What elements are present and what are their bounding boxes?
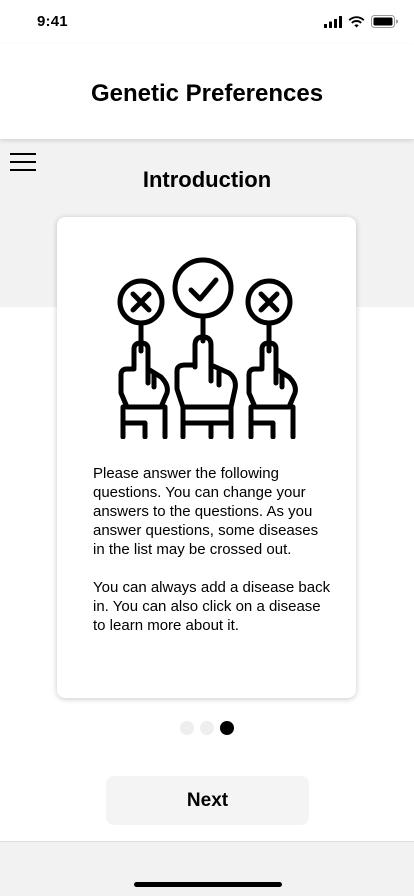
page-indicator xyxy=(180,721,234,735)
bottom-bar xyxy=(0,841,414,896)
section-title: Introduction xyxy=(142,167,272,192)
status-time: 9:41 xyxy=(37,13,68,30)
wifi-icon xyxy=(348,15,365,27)
next-button[interactable]: Next xyxy=(106,776,309,825)
status-icons xyxy=(324,15,398,28)
home-indicator xyxy=(134,882,282,887)
status-bar: 9:41 xyxy=(0,0,414,44)
battery-icon xyxy=(371,15,398,28)
intro-text: Please answer the following questions. Y… xyxy=(93,464,333,635)
page-dot-1[interactable] xyxy=(180,721,194,735)
app-header: Genetic Preferences xyxy=(0,44,414,139)
intro-card: Please answer the following questions. Y… xyxy=(57,217,356,698)
page-title: Genetic Preferences xyxy=(90,80,324,107)
page-dot-2[interactable] xyxy=(200,721,214,735)
voting-hands-icon xyxy=(117,257,298,439)
intro-paragraph: You can always add a disease back in. Yo… xyxy=(93,579,331,634)
cellular-signal-icon xyxy=(324,15,342,28)
intro-paragraph: Please answer the following questions. Y… xyxy=(93,465,319,558)
page-dot-3[interactable] xyxy=(220,721,234,735)
